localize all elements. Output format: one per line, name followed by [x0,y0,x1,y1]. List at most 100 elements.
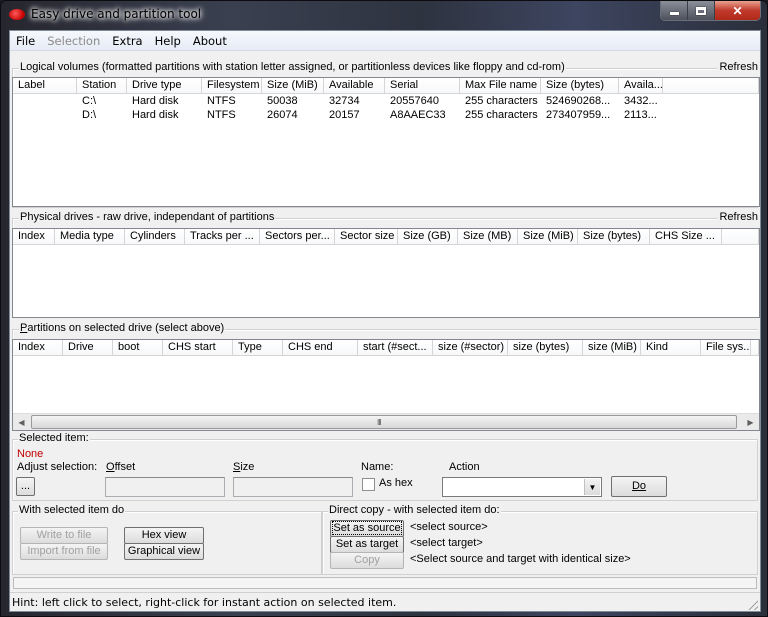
action-label: Action [449,461,480,473]
menu-selection[interactable]: Selection [41,34,106,48]
pt-column-header[interactable]: CHS end [283,340,358,355]
red-disk-icon [9,9,25,20]
maximize-button[interactable] [688,1,715,20]
lv-column-header[interactable]: Station [77,78,127,93]
pd-column-header[interactable]: CHS Size ... [650,229,722,244]
logical-volumes-refresh[interactable]: Refresh [717,61,758,73]
maximize-icon [696,6,706,15]
pt-column-header[interactable]: Type [233,340,283,355]
table-cell: Hard disk [132,109,179,121]
partitions-list[interactable]: Index Drive boot CHS start Type CHS end start … [12,339,760,431]
pd-column-header[interactable]: Size (MiB) [518,229,578,244]
table-cell: 32734 [329,95,360,107]
table-cell: 273407959... [546,109,611,121]
set-as-target-button[interactable]: Set as target [330,536,404,553]
pt-column-header[interactable]: File sys... [701,340,751,355]
adjust-selection-button[interactable]: ... [16,477,35,496]
minimize-button[interactable] [661,1,688,20]
pd-column-header[interactable]: Tracks per ... [185,229,260,244]
lv-column-header[interactable]: Drive type [127,78,202,93]
lv-column-header[interactable]: Size (bytes) [541,78,619,93]
pt-column-header[interactable]: CHS start [163,340,233,355]
physical-drives-refresh[interactable]: Refresh [717,211,758,223]
offset-field[interactable] [105,477,225,497]
pt-column-header[interactable]: size (#sector) [433,340,508,355]
menu-help[interactable]: Help [149,34,187,48]
action-dropdown[interactable]: ▼ [442,477,602,497]
pt-column-header[interactable]: Kind [641,340,701,355]
pd-column-header[interactable]: Size (MB) [458,229,518,244]
scrollbar-grip: III [377,418,382,427]
physical-drives-list[interactable]: Index Media type Cylinders Tracks per ... Se… [12,228,760,318]
menu-bar: File Selection Extra Help About [10,31,760,51]
chevron-down-icon[interactable]: ▼ [584,479,600,495]
scroll-left-icon[interactable]: ◀ [13,414,30,430]
table-cell: 255 characters [465,95,538,107]
pd-column-header[interactable]: Sectors per... [260,229,335,244]
column-filler [751,340,759,355]
pt-column-header[interactable]: size (MiB) [583,340,641,355]
scroll-right-icon[interactable]: ▶ [742,414,759,430]
as-hex-label[interactable]: As hex [379,477,413,489]
lv-column-header[interactable]: Serial [385,78,460,93]
status-bar: Hint: left click to select, right-click … [10,592,760,612]
menu-file[interactable]: File [10,34,41,48]
size-field[interactable] [233,477,353,497]
lv-column-header[interactable]: Availa... [619,78,663,93]
pd-column-header[interactable]: Size (GB) [398,229,458,244]
logical-volumes-header: Label Station Drive type Filesystem Size (Mi… [13,78,759,94]
as-hex-checkbox[interactable] [362,478,375,491]
set-as-source-button[interactable]: Set as source [330,520,404,537]
partitions-title: Partitions on selected drive (select abo… [19,322,226,334]
pt-column-header[interactable]: Drive [63,340,113,355]
table-row[interactable]: C:\ Hard disk NTFS 50038 32734 20557640 255 ch… [13,94,759,108]
pt-column-header[interactable]: boot [113,340,163,355]
lv-column-header[interactable]: Size (MiB) [262,78,324,93]
selected-item-title: Selected item: [18,432,90,444]
pd-column-header[interactable]: Index [13,229,55,244]
client-area: File Selection Extra Help About Logical … [9,30,761,612]
close-icon: ✕ [732,3,743,18]
lv-column-header[interactable]: Available [324,78,385,93]
horizontal-scrollbar[interactable]: ◀ III ▶ [13,413,759,430]
table-cell: 2113... [624,109,657,121]
scrollbar-thumb[interactable]: III [31,415,737,429]
lv-column-header[interactable]: Max File name [460,78,541,93]
title-bar[interactable]: Easy drive and partition tool ✕ [1,1,768,29]
pd-column-header[interactable]: Media type [55,229,125,244]
resize-grip-icon[interactable] [746,598,758,610]
copy-status: <Select source and target with identical… [410,553,631,565]
window-controls: ✕ [660,1,761,21]
name-label: Name: [361,461,394,473]
partitions-header: Index Drive boot CHS start Type CHS end start … [13,340,759,356]
logical-volumes-list[interactable]: Label Station Drive type Filesystem Size (Mi… [12,77,760,207]
table-cell: 524690268... [546,95,611,107]
hex-view-button[interactable]: Hex view [124,527,204,544]
table-cell: 26074 [267,109,298,121]
column-filler [663,78,759,93]
offset-label: Offset [106,461,136,473]
write-to-file-button[interactable]: Write to file [20,527,108,544]
graphical-view-button[interactable]: Graphical view [124,543,204,560]
pt-column-header[interactable]: size (bytes) [508,340,583,355]
do-button[interactable]: Do [611,476,667,497]
lv-column-header[interactable]: Filesystem [202,78,262,93]
adjust-selection-label: Adjust selection: [17,461,98,473]
target-status: <select target> [410,537,483,549]
pt-column-header[interactable]: start (#sect... [358,340,433,355]
source-status: <select source> [410,521,488,533]
close-button[interactable]: ✕ [715,1,760,20]
minimize-icon [669,12,679,15]
menu-extra[interactable]: Extra [106,34,148,48]
pd-column-header[interactable]: Size (bytes) [578,229,650,244]
logical-volumes-title: Logical volumes (formatted partitions wi… [19,61,566,73]
pd-column-header[interactable]: Sector size [335,229,398,244]
copy-button[interactable]: Copy [330,552,404,569]
pt-column-header[interactable]: Index [13,340,63,355]
physical-drives-header: Index Media type Cylinders Tracks per ... Se… [13,229,759,245]
pd-column-header[interactable]: Cylinders [125,229,185,244]
import-from-file-button[interactable]: Import from file [20,543,108,560]
table-row[interactable]: D:\ Hard disk NTFS 26074 20157 A8AAEC33 255 ch… [13,108,759,122]
lv-column-header[interactable]: Label [13,78,77,93]
menu-about[interactable]: About [187,34,233,48]
